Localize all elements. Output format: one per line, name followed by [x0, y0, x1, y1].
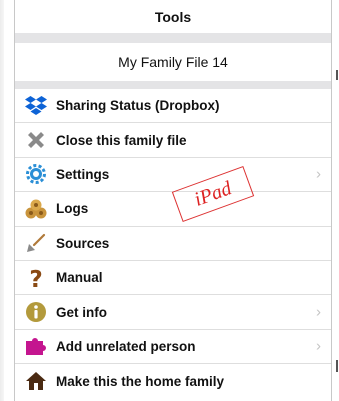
shovel-icon	[24, 231, 48, 255]
family-file-name: My Family File 14	[118, 54, 228, 70]
close-x-icon	[24, 128, 48, 152]
menu-item-close-family-file[interactable]: Close this family file	[15, 123, 331, 158]
section-separator	[15, 81, 331, 89]
menu-item-sources[interactable]: Sources	[15, 227, 331, 261]
tools-popover: Tools My Family File 14 Sharing Status (…	[14, 0, 332, 401]
menu-item-sharing-status[interactable]: Sharing Status (Dropbox)	[15, 89, 331, 124]
menu-item-label: Settings	[56, 166, 110, 182]
right-background-strip	[335, 0, 339, 401]
home-icon	[24, 369, 48, 393]
question-mark-icon: ?	[24, 266, 48, 290]
menu-item-label: Close this family file	[56, 132, 187, 148]
svg-text:?: ?	[29, 267, 42, 290]
menu-item-label: Sources	[56, 235, 110, 251]
menu-item-label: Get info	[56, 304, 107, 320]
menu-item-make-home-family[interactable]: Make this the home family	[15, 364, 331, 398]
section-separator	[15, 33, 331, 43]
menu-item-label: Sharing Status (Dropbox)	[56, 98, 220, 114]
logs-icon	[24, 197, 48, 221]
menu-item-label: Manual	[56, 270, 103, 286]
menu-item-label: Logs	[56, 201, 89, 217]
chevron-right-icon: ›	[316, 337, 321, 355]
menu-item-label: Make this the home family	[56, 373, 225, 389]
menu-item-manual[interactable]: ? Manual	[15, 261, 331, 296]
tools-menu: Sharing Status (Dropbox) Close this fami…	[15, 89, 331, 399]
chevron-right-icon: ›	[316, 303, 321, 321]
dropbox-icon	[24, 94, 48, 118]
menu-item-settings[interactable]: Settings ›	[15, 158, 331, 193]
menu-item-label: Add unrelated person	[56, 338, 196, 354]
gear-icon	[24, 162, 48, 186]
chevron-right-icon: ›	[316, 165, 321, 183]
left-background-strip	[0, 0, 4, 401]
puzzle-piece-icon	[24, 334, 48, 358]
menu-item-add-unrelated-person[interactable]: Add unrelated person ›	[15, 330, 331, 365]
tools-title: Tools	[154, 8, 192, 25]
info-icon	[24, 300, 48, 324]
menu-item-get-info[interactable]: Get info ›	[15, 295, 331, 330]
